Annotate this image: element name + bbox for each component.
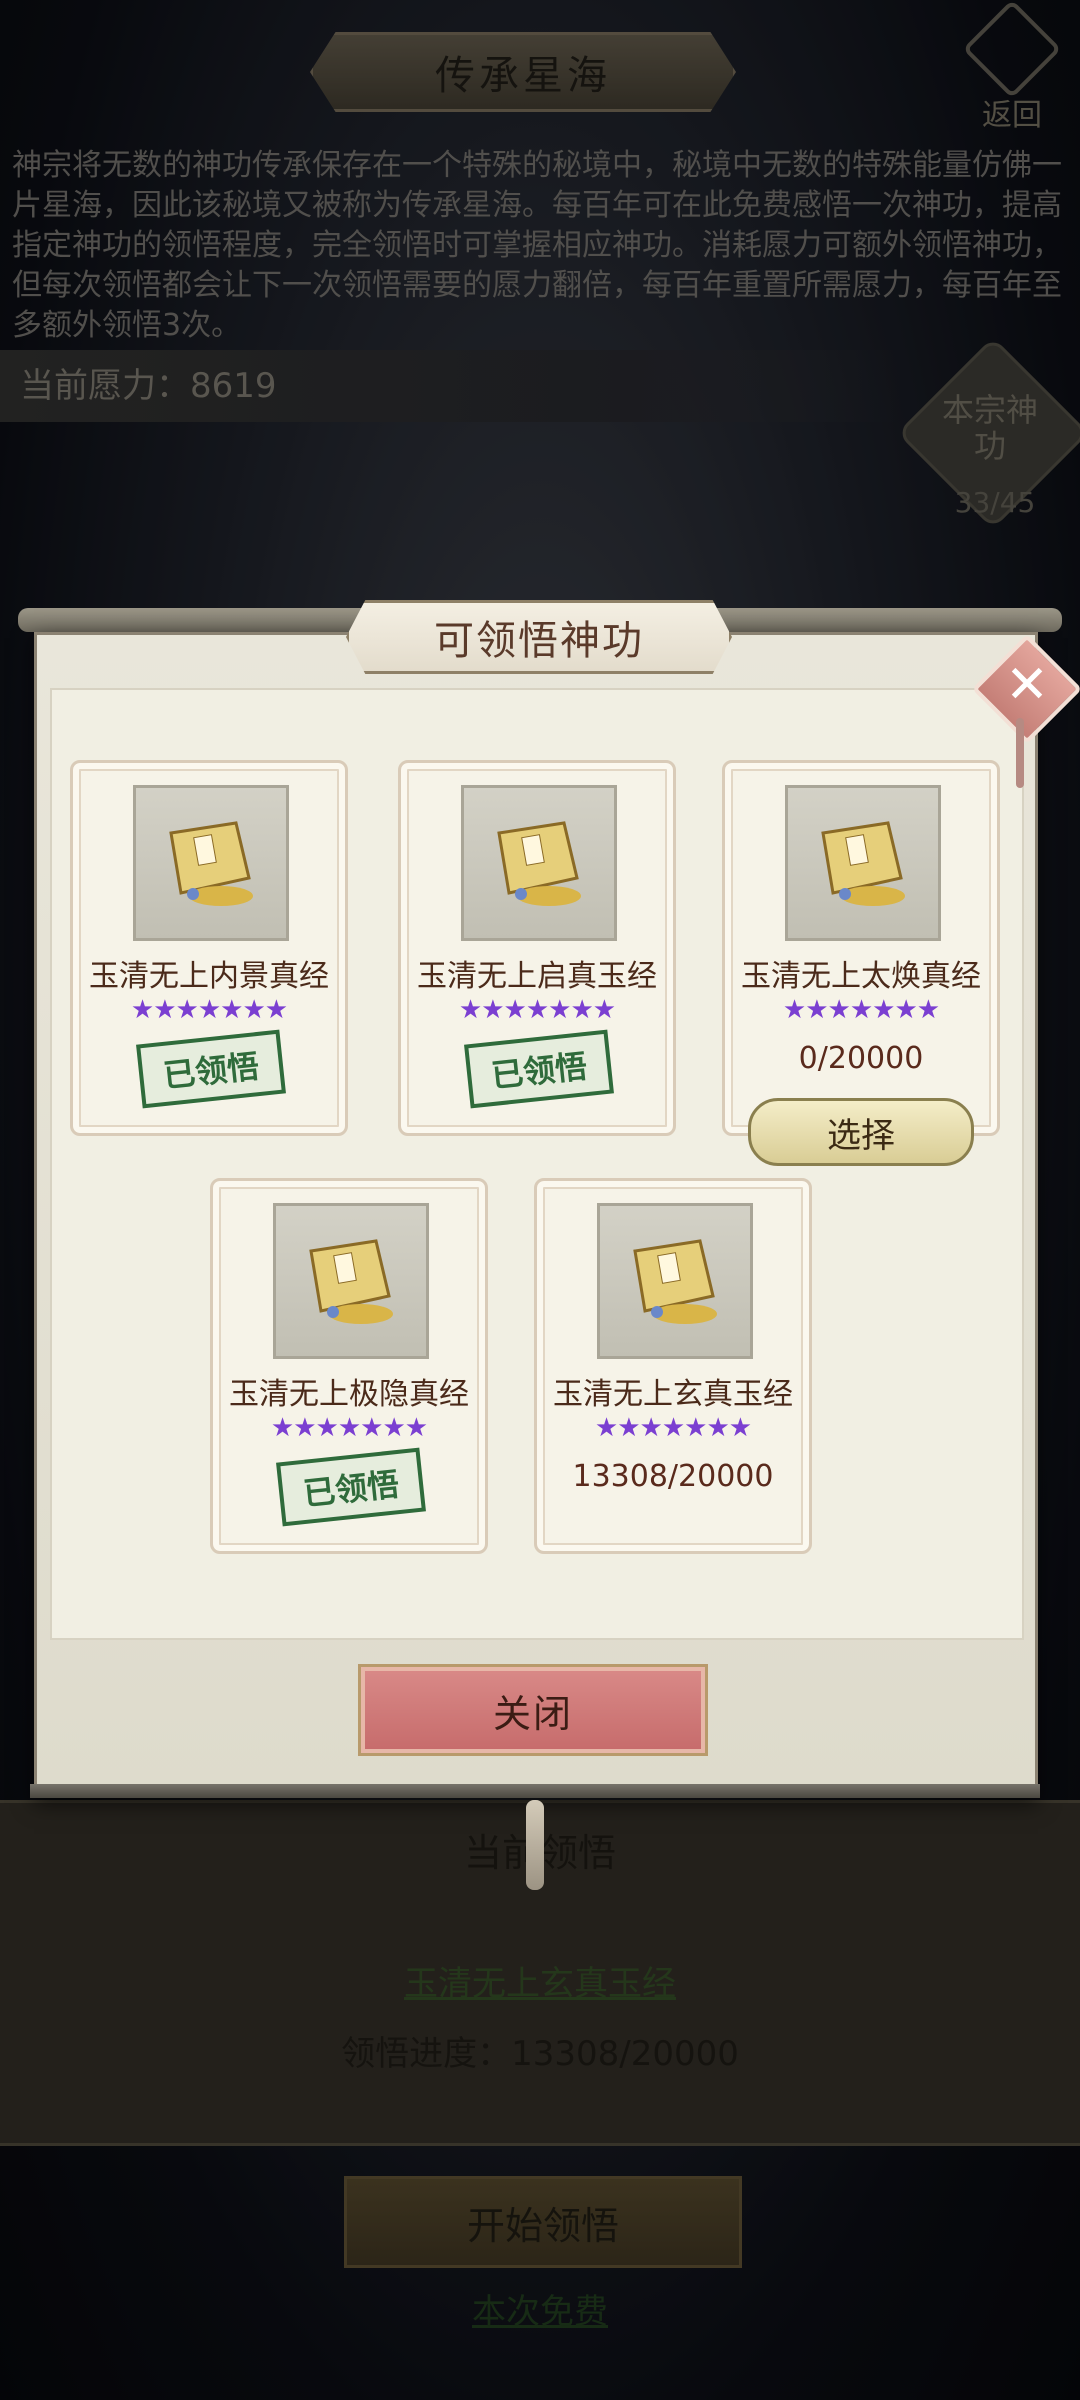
skill-card[interactable]: 玉清无上启真玉经 ★★★★★★★ 已领悟	[398, 760, 676, 1136]
comprehended-stamp: 已领悟	[136, 1029, 286, 1109]
scroll-book-icon	[273, 1203, 429, 1359]
scroll-book-icon	[461, 785, 617, 941]
bell-icon	[526, 1800, 544, 1890]
select-button[interactable]: 选择	[748, 1098, 974, 1166]
scroll-book-icon	[785, 785, 941, 941]
skill-name: 玉清无上内景真经	[89, 959, 329, 994]
modal-title: 可领悟神功	[346, 600, 732, 674]
skill-card[interactable]: 玉清无上极隐真经 ★★★★★★★ 已领悟	[210, 1178, 488, 1554]
skill-name: 玉清无上极隐真经	[229, 1377, 469, 1412]
skill-card[interactable]: 玉清无上玄真玉经 ★★★★★★★ 13308/20000	[534, 1178, 812, 1554]
skill-name: 玉清无上启真玉经	[417, 959, 657, 994]
skill-progress: 0/20000	[798, 1041, 924, 1076]
close-button[interactable]: 关闭	[358, 1664, 708, 1756]
skill-name: 玉清无上玄真玉经	[553, 1377, 793, 1412]
comprehended-stamp: 已领悟	[276, 1447, 426, 1527]
star-rating: ★★★★★★★	[458, 995, 616, 1025]
star-rating: ★★★★★★★	[782, 995, 940, 1025]
scroll-bottom-rail	[30, 1784, 1040, 1798]
star-rating: ★★★★★★★	[130, 995, 288, 1025]
scroll-book-icon	[597, 1203, 753, 1359]
star-rating: ★★★★★★★	[270, 1413, 428, 1443]
close-x-glyph-icon[interactable]: ✕	[988, 646, 1066, 724]
skill-progress: 13308/20000	[572, 1459, 774, 1494]
tassel-icon	[1016, 718, 1024, 788]
star-rating: ★★★★★★★	[594, 1413, 752, 1443]
comprehended-stamp: 已领悟	[464, 1029, 614, 1109]
skill-card[interactable]: 玉清无上太焕真经 ★★★★★★★ 0/20000	[722, 760, 1000, 1136]
scroll-book-icon	[133, 785, 289, 941]
skill-name: 玉清无上太焕真经	[741, 959, 981, 994]
skill-card[interactable]: 玉清无上内景真经 ★★★★★★★ 已领悟	[70, 760, 348, 1136]
